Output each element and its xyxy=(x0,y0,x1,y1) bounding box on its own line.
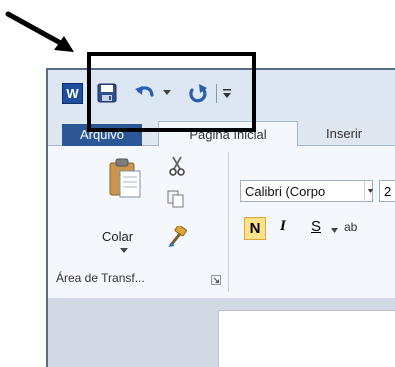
paste-label[interactable]: Colar xyxy=(102,229,133,244)
italic-button[interactable]: I xyxy=(280,218,286,235)
format-painter-icon[interactable] xyxy=(167,226,189,248)
font-name-field[interactable]: Calibri (Corpo xyxy=(240,180,373,202)
document-area xyxy=(48,298,395,367)
underline-button[interactable]: S xyxy=(311,218,321,235)
font-name-dropdown-icon[interactable] xyxy=(364,180,376,202)
group-separator xyxy=(228,152,229,292)
word-logo-icon[interactable]: W xyxy=(62,83,83,104)
ribbon-panel: Colar Área de Transf... Calibri (Corpo 2… xyxy=(48,146,395,299)
cut-icon[interactable] xyxy=(167,156,187,176)
dialog-launcher-icon[interactable] xyxy=(211,275,221,285)
copy-icon[interactable] xyxy=(167,190,185,208)
paste-icon[interactable] xyxy=(108,157,142,199)
clipboard-group-label: Área de Transf... xyxy=(56,271,145,285)
quick-access-highlight-box xyxy=(87,52,256,132)
pointer-arrow-icon xyxy=(5,11,74,52)
underline-dropdown-icon[interactable] xyxy=(331,228,338,233)
font-size-field[interactable]: 2 xyxy=(379,180,395,202)
paste-dropdown-icon[interactable] xyxy=(120,248,128,253)
document-page[interactable] xyxy=(218,310,395,367)
tab-insert[interactable]: Inserir xyxy=(326,126,362,141)
bold-button[interactable]: N xyxy=(244,217,266,240)
strikethrough-button[interactable]: ab xyxy=(344,220,357,234)
